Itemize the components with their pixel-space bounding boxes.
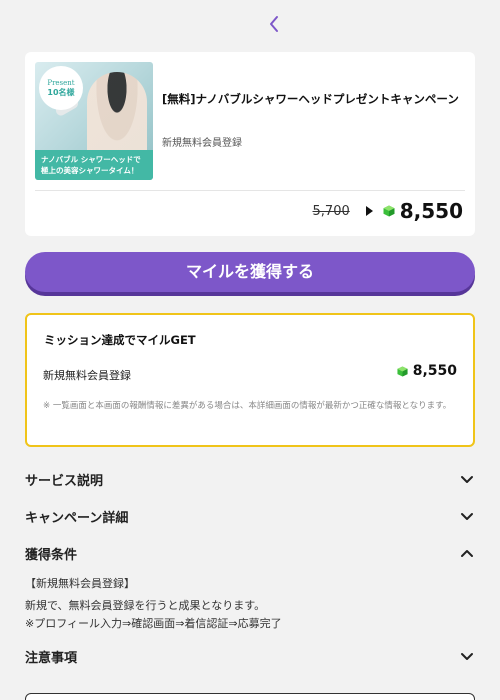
section-label: キャンペーン詳細 bbox=[25, 510, 129, 526]
price-row: 5,700 8,550 bbox=[313, 198, 463, 224]
section-label: サービス説明 bbox=[25, 473, 104, 489]
chevron-down-icon bbox=[461, 513, 473, 520]
new-price: 8,550 bbox=[399, 199, 463, 223]
section-acquisition-conditions[interactable]: 獲得条件 bbox=[25, 543, 475, 563]
mission-item-label: 新規無料会員登録 bbox=[43, 369, 131, 382]
present-badge: Present 10名様 bbox=[39, 66, 83, 110]
offer-title: [無料]ナノバブルシャワーヘッドプレゼントキャンペーン bbox=[162, 92, 459, 106]
back-button[interactable] bbox=[264, 12, 284, 36]
mission-title: ミッション達成でマイルGET bbox=[44, 333, 196, 347]
chevron-down-icon bbox=[461, 653, 473, 660]
chevron-down-icon bbox=[461, 476, 473, 483]
badge-line1: Present bbox=[47, 78, 75, 87]
card-divider bbox=[35, 190, 465, 191]
chevron-up-icon bbox=[461, 550, 473, 557]
arrow-right-icon bbox=[365, 206, 373, 216]
section-campaign-details[interactable]: キャンペーン詳細 bbox=[25, 506, 475, 526]
earn-miles-button[interactable]: マイルを獲得する bbox=[25, 252, 475, 292]
condition-heading: 【新規無料会員登録】 bbox=[25, 577, 135, 590]
old-price: 5,700 bbox=[312, 203, 350, 219]
offer-thumbnail: Present 10名様 ナノバブル シャワーヘッドで 極上の美容シャワータイム… bbox=[35, 62, 153, 180]
thumbnail-caption: ナノバブル シャワーヘッドで 極上の美容シャワータイム！ bbox=[35, 150, 153, 180]
caption-line2: 極上の美容シャワータイム！ bbox=[41, 166, 139, 175]
mission-note: ※ 一覧画面と本画面の報酬情報に差異がある場合は、本詳細画面の情報が最新かつ正確… bbox=[43, 401, 452, 411]
chevron-left-icon bbox=[270, 16, 278, 32]
condition-steps: ※プロフィール入力⇒確認画面⇒着信認証⇒応募完了 bbox=[25, 617, 282, 630]
section-label: 注意事項 bbox=[25, 650, 78, 666]
offer-subtitle: 新規無料会員登録 bbox=[162, 138, 242, 149]
section-label: 獲得条件 bbox=[25, 547, 78, 563]
offer-card[interactable]: Present 10名様 ナノバブル シャワーヘッドで 極上の美容シャワータイム… bbox=[25, 52, 475, 236]
section-service-description[interactable]: サービス説明 bbox=[25, 469, 475, 489]
badge-line2: 10名様 bbox=[47, 87, 75, 97]
section-notes[interactable]: 注意事項 bbox=[25, 646, 475, 666]
mission-item-value: 8,550 bbox=[412, 363, 457, 379]
gem-icon bbox=[397, 365, 408, 377]
bottom-button[interactable] bbox=[25, 693, 475, 700]
caption-line1: ナノバブル シャワーヘッドで bbox=[41, 155, 141, 164]
mission-box: ミッション達成でマイルGET 新規無料会員登録 8,550 ※ 一覧画面と本画面… bbox=[25, 313, 475, 447]
mission-reward: 8,550 bbox=[397, 363, 457, 379]
gem-icon bbox=[383, 205, 395, 217]
condition-text: 新規で、無料会員登録を行うと成果となります。 bbox=[25, 599, 266, 612]
